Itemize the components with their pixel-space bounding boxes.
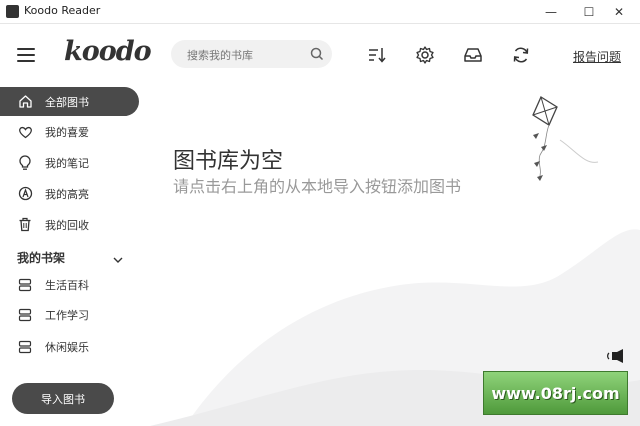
search-icon[interactable] [310, 46, 324, 65]
settings-icon[interactable] [414, 44, 436, 66]
app-logo: koodo [64, 36, 152, 67]
shelf-item[interactable]: 生活百科 [0, 270, 139, 299]
shelf-item[interactable]: 工作学习 [0, 300, 139, 329]
shelf-item-label: 生活百科 [45, 278, 89, 292]
speaker-icon [607, 349, 623, 363]
sync-icon[interactable] [510, 44, 532, 66]
report-issue-link[interactable]: 报告问题 [573, 48, 621, 65]
chevron-down-icon[interactable] [112, 250, 124, 269]
sidebar-item-highlights[interactable]: 我的高亮 [0, 179, 139, 208]
menu-icon[interactable] [17, 48, 35, 64]
search-input[interactable] [185, 45, 309, 65]
sidebar-item-label: 我的高亮 [45, 187, 89, 201]
search-box[interactable] [171, 40, 332, 68]
import-books-button[interactable]: 导入图书 [12, 383, 114, 414]
sidebar-item-label: 我的笔记 [45, 156, 89, 170]
sidebar-item-all-books[interactable]: 全部图书 [0, 87, 139, 116]
watermark-badge: www.08rj.com [483, 371, 628, 415]
sidebar-item-favorites[interactable]: 我的喜爱 [0, 117, 139, 146]
empty-state-title: 图书库为空 [173, 149, 284, 174]
shelf-icon [17, 277, 33, 293]
close-button[interactable]: ✕ [596, 0, 640, 23]
title-bar: Koodo Reader — ☐ ✕ [0, 0, 640, 24]
sidebar-item-label: 我的喜爱 [45, 125, 89, 139]
sort-icon[interactable] [366, 44, 388, 66]
shelf-header[interactable]: 我的书架 [17, 249, 65, 266]
app-icon [6, 5, 19, 18]
window-title: Koodo Reader [24, 4, 101, 17]
sidebar-item-notes[interactable]: 我的笔记 [0, 148, 139, 177]
shelf-item-label: 休闲娱乐 [45, 340, 89, 354]
trash-icon [17, 217, 33, 233]
home-icon [17, 94, 33, 110]
shelf-item[interactable]: 休闲娱乐 [0, 332, 139, 361]
lightbulb-icon [17, 154, 33, 171]
kite-illustration [532, 96, 558, 181]
empty-state-description: 请点击右上角的从本地导入按钮添加图书 [173, 177, 462, 196]
highlight-icon [17, 186, 33, 202]
sidebar-item-label: 全部图书 [45, 95, 89, 109]
shelf-item-label: 工作学习 [45, 308, 89, 322]
sidebar-item-trash[interactable]: 我的回收 [0, 210, 139, 239]
shelf-icon [17, 307, 33, 323]
sidebar-item-label: 我的回收 [45, 218, 89, 232]
shelf-icon [17, 339, 33, 355]
inbox-icon[interactable] [462, 44, 484, 66]
heart-icon [17, 124, 33, 140]
